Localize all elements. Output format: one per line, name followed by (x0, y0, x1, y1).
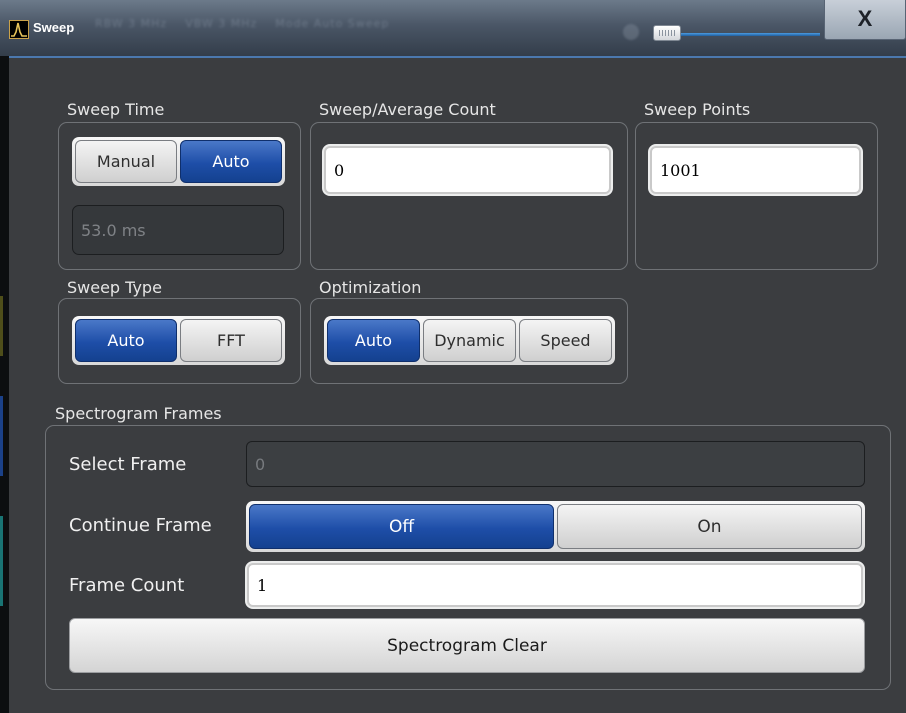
spectrogram-frames-label: Spectrogram Frames (55, 404, 222, 423)
sweep-type-label: Sweep Type (67, 278, 162, 297)
sweep-dialog-panel: Sweep Time Manual Auto 53.0 ms Sweep/Ave… (9, 56, 906, 713)
left-edge-strip (0, 56, 9, 713)
sweep-average-count-frame: 0 (322, 144, 613, 196)
title-bar: RBW 3 MHz VBW 3 MHz Mode Auto Sweep Sweep … (0, 0, 906, 56)
continue-frame-on-button[interactable]: On (557, 504, 862, 549)
optimization-dynamic-button[interactable]: Dynamic (423, 319, 516, 362)
sweep-time-toggle: Manual Auto (72, 137, 285, 186)
transparency-icon (623, 24, 639, 40)
optimization-speed-button[interactable]: Speed (519, 319, 612, 362)
continue-frame-off-button[interactable]: Off (249, 504, 554, 549)
close-button[interactable]: X (824, 0, 906, 40)
optimization-toggle: Auto Dynamic Speed (324, 316, 615, 365)
frame-count-frame: 1 (245, 561, 865, 609)
sweep-time-auto-button[interactable]: Auto (180, 140, 282, 183)
sweep-average-count-label: Sweep/Average Count (319, 100, 496, 119)
continue-frame-label: Continue Frame (69, 515, 212, 536)
window-title: Sweep (33, 20, 75, 35)
sweep-time-label: Sweep Time (67, 100, 165, 119)
frame-count-input[interactable]: 1 (247, 563, 863, 607)
background-hint-text: RBW 3 MHz VBW 3 MHz Mode Auto Sweep (95, 17, 390, 30)
spectrum-analyzer-icon (9, 20, 29, 39)
sweep-type-auto-button[interactable]: Auto (75, 319, 177, 362)
sweep-points-frame: 1001 (648, 144, 863, 196)
select-frame-label: Select Frame (69, 454, 187, 475)
select-frame-input[interactable]: 0 (246, 441, 865, 487)
sweep-time-value-field[interactable]: 53.0 ms (72, 205, 284, 255)
sweep-type-fft-button[interactable]: FFT (180, 319, 282, 362)
sweep-time-manual-button[interactable]: Manual (75, 140, 177, 183)
continue-frame-toggle: Off On (246, 501, 865, 552)
transparency-slider-thumb[interactable] (653, 25, 681, 41)
spectrogram-clear-button[interactable]: Spectrogram Clear (69, 618, 865, 673)
transparency-slider-track[interactable] (670, 33, 820, 36)
optimization-auto-button[interactable]: Auto (327, 319, 420, 362)
sweep-points-input[interactable]: 1001 (650, 146, 861, 194)
sweep-type-toggle: Auto FFT (72, 316, 285, 365)
sweep-average-count-input[interactable]: 0 (324, 146, 611, 194)
frame-count-label: Frame Count (69, 575, 185, 596)
optimization-label: Optimization (319, 278, 422, 297)
sweep-points-label: Sweep Points (644, 100, 751, 119)
